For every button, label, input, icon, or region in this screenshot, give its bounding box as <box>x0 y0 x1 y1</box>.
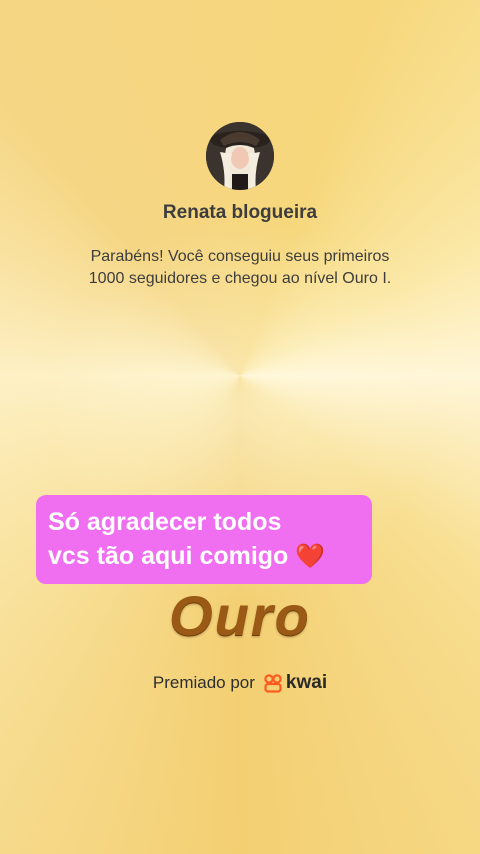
congrats-message-line-2: 1000 seguidores e chegou ao nível Ouro I… <box>88 270 392 287</box>
kwai-brand[interactable]: kwai <box>263 672 327 694</box>
heart-icon: ❤️ <box>295 543 326 570</box>
level-title: Ouro <box>169 584 311 647</box>
congrats-message-line-1: Parabéns! Você conseguiu seus primeiros <box>90 248 390 265</box>
profile-name: Renata blogueira <box>162 202 318 223</box>
caption-line-1: Só agradecer todos <box>48 508 282 536</box>
caption-line-2: vcs tão aqui comigo ❤️ <box>48 539 360 574</box>
award-line: Premiado por kwai <box>0 672 480 694</box>
avatar[interactable] <box>206 122 274 190</box>
caption-overlay: Só agradecer todos vcs tão aqui comigo ❤… <box>36 495 372 584</box>
caption-line-2-text: vcs tão aqui comigo <box>48 542 289 570</box>
congrats-message: Parabéns! Você conseguiu seus primeiros … <box>50 246 430 290</box>
kwai-brand-text: kwai <box>285 672 328 693</box>
award-label: Premiado por <box>152 673 255 692</box>
profile-photo-icon <box>206 122 274 190</box>
kwai-logo-icon <box>264 674 282 693</box>
